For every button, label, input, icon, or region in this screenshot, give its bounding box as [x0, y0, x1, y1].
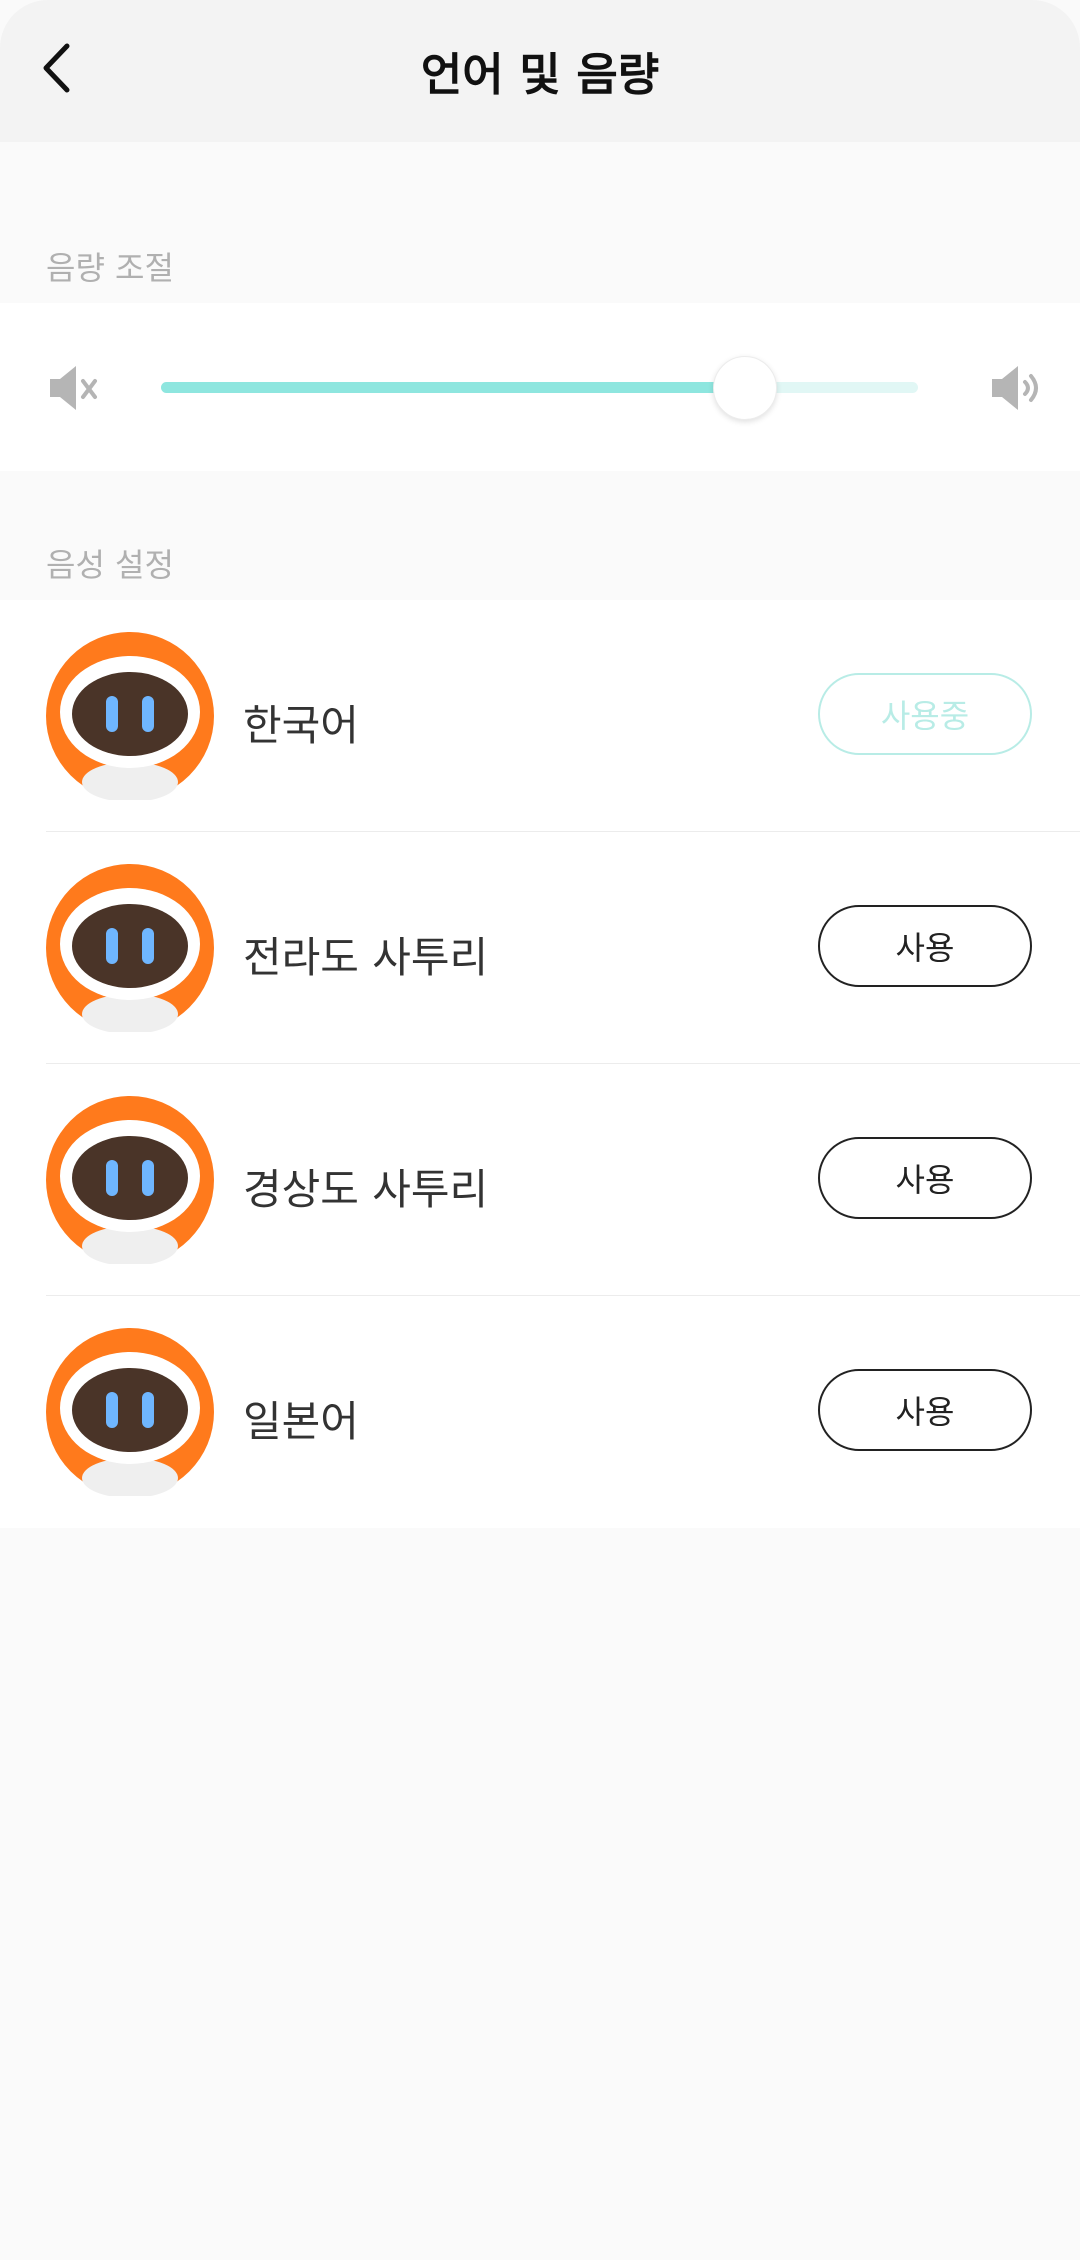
voice-name: 일본어 — [243, 1397, 359, 1446]
voice-name: 전라도 사투리 — [243, 933, 489, 982]
robot-avatar-icon — [46, 1328, 214, 1496]
robot-avatar-icon — [46, 1096, 214, 1264]
page-title: 언어 및 음량 — [420, 48, 660, 101]
voice-item: 일본어 사용 — [0, 1296, 1080, 1528]
voice-name: 한국어 — [243, 701, 359, 750]
voice-item: 전라도 사투리 사용 — [0, 832, 1080, 1064]
volume-slider-thumb[interactable] — [712, 356, 777, 420]
mute-icon[interactable] — [46, 358, 106, 418]
voice-section-label: 음성 설정 — [46, 546, 174, 584]
volume-slider-track[interactable] — [161, 382, 918, 393]
use-button[interactable]: 사용 — [818, 1137, 1032, 1219]
volume-up-icon[interactable] — [988, 358, 1048, 418]
voice-list: 한국어 사용중 전라도 사투리 사용 경상도 사투리 사용 일본어 사용 — [0, 600, 1080, 1528]
header-bar: 언어 및 음량 — [0, 0, 1080, 142]
use-button[interactable]: 사용중 — [818, 673, 1032, 755]
use-button[interactable]: 사용 — [818, 1369, 1032, 1451]
volume-slider-fill — [161, 382, 744, 393]
voice-item: 경상도 사투리 사용 — [0, 1064, 1080, 1296]
volume-section-label: 음량 조절 — [46, 249, 174, 287]
voice-name: 경상도 사투리 — [243, 1165, 489, 1214]
use-button[interactable]: 사용 — [818, 905, 1032, 987]
robot-avatar-icon — [46, 864, 214, 1032]
voice-item: 한국어 사용중 — [0, 600, 1080, 832]
robot-avatar-icon — [46, 632, 214, 800]
